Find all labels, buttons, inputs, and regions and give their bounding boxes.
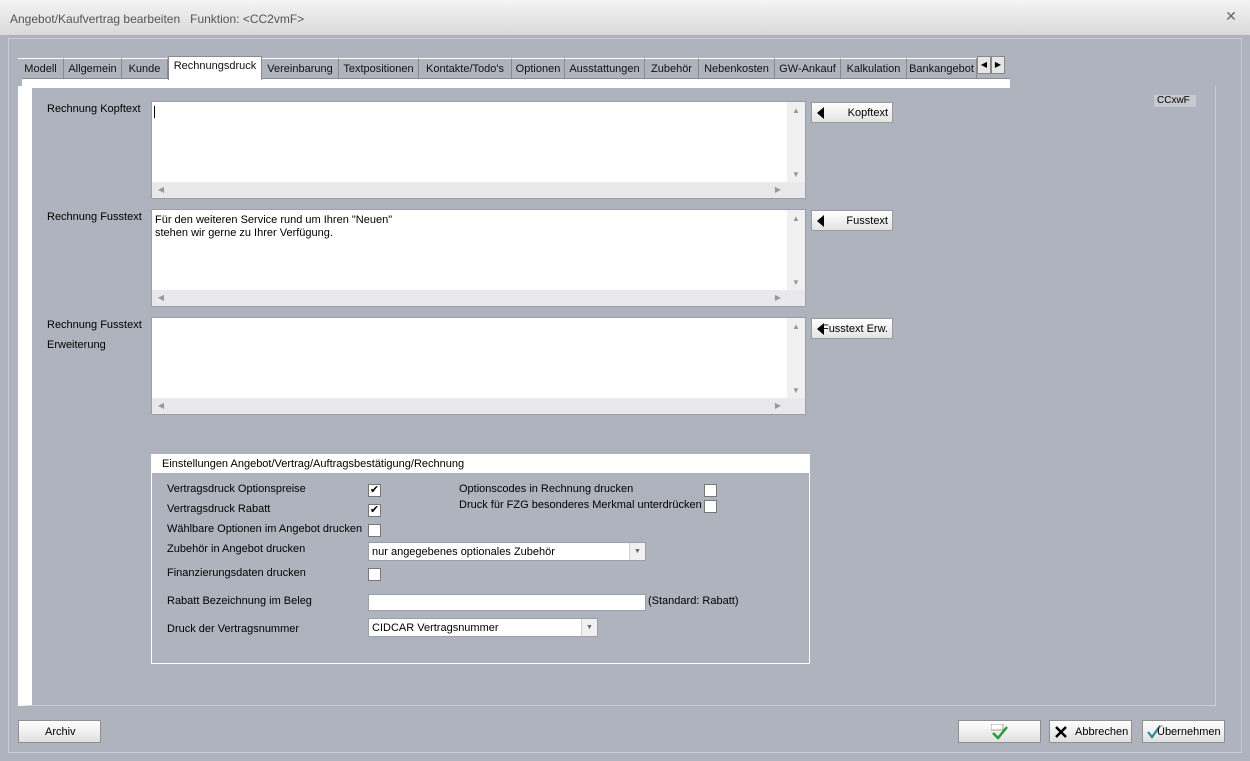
fzg-merkmal-label: Druck für FZG besonderes Merkmal unterdr…: [459, 499, 702, 511]
scroll-right-icon[interactable]: ▶: [771, 185, 785, 195]
vertragsnummer-select-value: CIDCAR Vertragsnummer: [372, 622, 499, 634]
vertragsdruck-rabatt-label: Vertragsdruck Rabatt: [167, 503, 271, 515]
function-label: Funktion: <CC2vmF>: [190, 12, 305, 26]
text-caret: [154, 106, 155, 118]
kopftext-label: Rechnung Kopftext: [47, 103, 141, 115]
tab-optionen[interactable]: Optionen: [512, 58, 565, 78]
tab-bankangebot[interactable]: Bankangebot: [907, 58, 977, 78]
scroll-up-icon[interactable]: ▲: [789, 214, 803, 224]
fusstext-erw-label-line1: Rechnung Fusstext: [47, 319, 142, 331]
fusstext-hscroll[interactable]: ◀ ▶: [152, 290, 805, 306]
zubehoer-select-value: nur angegebenes optionales Zubehör: [372, 546, 555, 558]
zubehoer-select[interactable]: nur angegebenes optionales Zubehör ▼: [368, 542, 646, 561]
optionscodes-checkbox[interactable]: [704, 484, 717, 497]
scroll-down-icon[interactable]: ▼: [789, 170, 803, 180]
tab-kalkulation[interactable]: Kalkulation: [841, 58, 907, 78]
fusstext-erw-hscroll[interactable]: ◀ ▶: [152, 398, 805, 414]
arrow-left-icon: [817, 107, 824, 119]
title-bar: Angebot/Kaufvertrag bearbeiten Funktion: …: [0, 0, 1250, 36]
scroll-left-icon[interactable]: ◀: [154, 401, 168, 411]
uebernehmen-button-label: Übernehmen: [1157, 726, 1221, 738]
fzg-merkmal-checkbox[interactable]: [704, 500, 717, 513]
tab-vereinbarung[interactable]: Vereinbarung: [262, 58, 339, 78]
fusstext-textarea[interactable]: Für den weiteren Service rund um Ihren "…: [151, 209, 806, 307]
cancel-x-icon: [1055, 726, 1067, 738]
rabatt-bezeichnung-label: Rabatt Bezeichnung im Beleg: [167, 595, 312, 607]
tab-textpositionen[interactable]: Textpositionen: [339, 58, 419, 78]
optionscodes-label: Optionscodes in Rechnung drucken: [459, 483, 634, 495]
fusstext-erw-button-label: Fusstext Erw.: [821, 323, 888, 335]
scroll-up-icon[interactable]: ▲: [789, 322, 803, 332]
close-icon[interactable]: ✕: [1224, 9, 1238, 23]
tab-zubehoer[interactable]: Zubehör: [645, 58, 699, 78]
fusstext-erw-label-line2: Erweiterung: [47, 339, 106, 351]
archiv-button[interactable]: Archiv: [18, 720, 101, 743]
uebernehmen-button[interactable]: Übernehmen: [1142, 720, 1225, 743]
ok-check-icon: [991, 724, 1008, 740]
rabatt-bezeichnung-input[interactable]: [368, 594, 646, 611]
kopftext-button-label: Kopftext: [847, 107, 888, 119]
rabatt-bezeichnung-hint: (Standard: Rabatt): [648, 595, 739, 607]
panel-code: CCxwF: [1154, 95, 1196, 107]
fusstext-erw-vscroll[interactable]: ▲ ▼: [787, 318, 805, 398]
settings-title: Einstellungen Angebot/Vertrag/Auftragsbe…: [152, 455, 809, 473]
tab-strip: Modell Allgemein Kunde Rechnungsdruck Ve…: [18, 56, 1010, 80]
window-title: Angebot/Kaufvertrag bearbeiten Funktion: …: [10, 12, 304, 26]
kopftext-vscroll[interactable]: ▲ ▼: [787, 102, 805, 182]
tab-rechnungsdruck[interactable]: Rechnungsdruck: [168, 56, 262, 80]
fusstext-button[interactable]: Fusstext: [811, 210, 893, 231]
kopftext-textarea[interactable]: ▲ ▼ ◀ ▶: [151, 101, 806, 199]
kopftext-button[interactable]: Kopftext: [811, 102, 893, 123]
fusstext-label: Rechnung Fusstext: [47, 211, 142, 223]
scroll-down-icon[interactable]: ▼: [789, 278, 803, 288]
vertragsdruck-optionspreise-label: Vertragsdruck Optionspreise: [167, 483, 306, 495]
tab-gw-ankauf[interactable]: GW-Ankauf: [775, 58, 841, 78]
scroll-left-icon[interactable]: ◀: [154, 185, 168, 195]
scroll-right-icon[interactable]: ▶: [771, 293, 785, 303]
vertragsnummer-select[interactable]: CIDCAR Vertragsnummer ▼: [368, 618, 598, 637]
fusstext-erw-button[interactable]: Fusstext Erw.: [811, 318, 893, 339]
kopftext-hscroll[interactable]: ◀ ▶: [152, 182, 805, 198]
ok-button[interactable]: [958, 720, 1041, 743]
tab-nebenkosten[interactable]: Nebenkosten: [699, 58, 775, 78]
vertragsnummer-label: Druck der Vertragsnummer: [167, 623, 300, 635]
chevron-down-icon[interactable]: ▼: [629, 543, 645, 560]
fusstext-value: Für den weiteren Service rund um Ihren "…: [155, 214, 393, 239]
tab-allgemein[interactable]: Allgemein: [64, 58, 122, 78]
scroll-right-icon[interactable]: ▶: [771, 401, 785, 411]
waehlbare-optionen-checkbox[interactable]: [368, 524, 381, 537]
scroll-up-icon[interactable]: ▲: [789, 106, 803, 116]
arrow-left-icon: [817, 215, 824, 227]
tab-kontakte-todos[interactable]: Kontakte/Todo's: [419, 58, 512, 78]
abbrechen-button[interactable]: Abbrechen: [1049, 720, 1132, 743]
archiv-button-label: Archiv: [45, 726, 76, 738]
fusstext-button-label: Fusstext: [846, 215, 888, 227]
tab-kunde[interactable]: Kunde: [122, 58, 168, 78]
tab-modell[interactable]: Modell: [18, 58, 64, 78]
finanzierungsdaten-label: Finanzierungsdaten drucken: [167, 567, 306, 579]
tab-scroll-right-icon[interactable]: ▶: [991, 56, 1005, 74]
abbrechen-button-label: Abbrechen: [1075, 726, 1129, 738]
chevron-down-icon[interactable]: ▼: [581, 619, 597, 636]
fusstext-vscroll[interactable]: ▲ ▼: [787, 210, 805, 290]
waehlbare-optionen-label: Wählbare Optionen im Angebot drucken: [167, 523, 363, 535]
window-title-text: Angebot/Kaufvertrag bearbeiten: [10, 12, 181, 26]
finanzierungsdaten-checkbox[interactable]: [368, 568, 381, 581]
scroll-down-icon[interactable]: ▼: [789, 386, 803, 396]
vertragsdruck-rabatt-checkbox[interactable]: ✔: [368, 504, 381, 517]
scroll-left-icon[interactable]: ◀: [154, 293, 168, 303]
vertragsdruck-optionspreise-checkbox[interactable]: ✔: [368, 484, 381, 497]
tab-scroll-left-icon[interactable]: ◀: [977, 56, 991, 74]
tab-ausstattungen[interactable]: Ausstattungen: [565, 58, 645, 78]
zubehoer-label: Zubehör in Angebot drucken: [167, 543, 306, 555]
fusstext-erw-textarea[interactable]: ▲ ▼ ◀ ▶: [151, 317, 806, 415]
